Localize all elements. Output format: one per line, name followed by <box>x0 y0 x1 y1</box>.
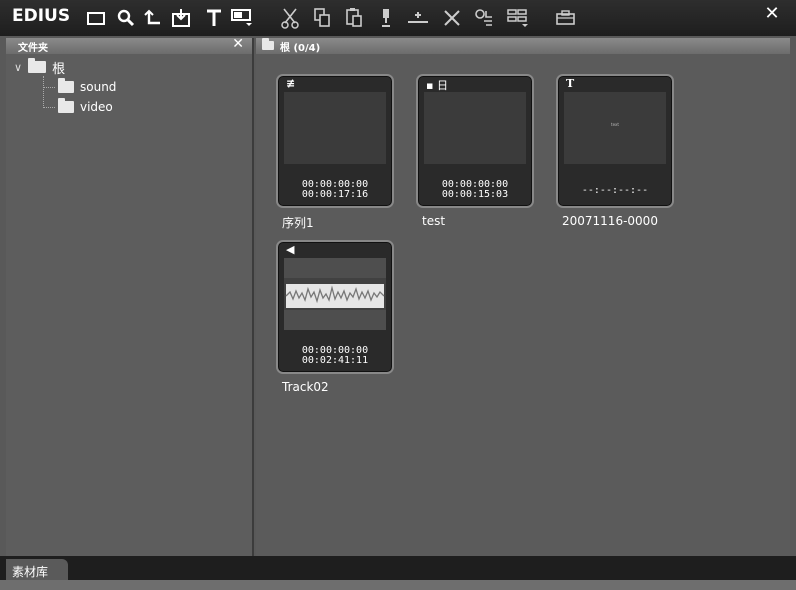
clip-timecode-out: 00:02:41:11 <box>301 355 369 366</box>
clip-preview <box>284 258 386 330</box>
title-icon: T <box>566 77 575 90</box>
tree-item-label: video <box>80 100 113 114</box>
tree-guide-line <box>43 87 55 88</box>
clip-panel-header: 根 (0/4) <box>256 38 790 54</box>
tree-guide-line <box>43 107 55 108</box>
clip-panel: 根 (0/4) ≢ 00:00:00:00 00:00:17:16 序列1 ▪ … <box>256 38 790 556</box>
tab-bin-label: 素材库 <box>12 565 49 579</box>
search-icon[interactable] <box>114 6 138 30</box>
tree-root[interactable]: ∨ 根 <box>14 58 66 77</box>
folder-panel: 文件夹 ✕ ∨ 根 sound video <box>6 36 254 556</box>
bin-path-label: 根 (0/4) <box>280 43 321 54</box>
clip-thumbnail[interactable]: ▪ 日 00:00:00:00 00:00:15:03 <box>416 74 534 208</box>
bin-window: EDIUS ✕ 文件夹 ✕ ∨ 根 sound video 根 (0/4) ≢ … <box>0 0 796 590</box>
toolbar: EDIUS ✕ <box>0 0 796 36</box>
open-folder-icon <box>28 58 47 73</box>
tree-item-sound[interactable]: sound <box>58 78 116 96</box>
clip-thumbnail[interactable]: ◀ 00:00:00:00 00:02:41:11 <box>276 240 394 374</box>
folder-icon <box>58 98 74 113</box>
audio-waveform <box>284 258 386 330</box>
clip-timecode-out: 00:00:15:03 <box>441 189 509 200</box>
add-marker-icon[interactable] <box>374 6 398 30</box>
add-to-timeline-icon[interactable] <box>230 6 254 30</box>
clip-thumbnail[interactable]: ≢ 00:00:00:00 00:00:17:16 <box>276 74 394 208</box>
clip-name: 序列1 <box>282 216 314 230</box>
tree-guide-line <box>43 76 44 108</box>
up-icon[interactable] <box>142 6 166 30</box>
insert-icon[interactable] <box>406 6 430 30</box>
clip-item[interactable]: T text --:--:--:-- 20071116-0000 <box>556 74 674 228</box>
clip-name: 20071116-0000 <box>562 214 658 228</box>
cut-icon[interactable] <box>278 6 302 30</box>
clip-item[interactable]: ◀ 00:00:00:00 00:02:41:11 Track02 <box>276 240 394 394</box>
new-folder-icon[interactable] <box>84 6 108 30</box>
clip-preview <box>284 92 386 164</box>
properties-icon[interactable] <box>472 6 496 30</box>
folder-icon <box>262 38 274 50</box>
sequence-icon: ≢ <box>286 77 296 90</box>
close-icon[interactable]: ✕ <box>762 4 782 24</box>
folder-panel-header: 文件夹 ✕ <box>6 36 252 54</box>
video-icon: ▪ 日 <box>426 79 448 92</box>
clip-timecode-out: 00:00:17:16 <box>301 189 369 200</box>
app-logo: EDIUS <box>12 6 71 26</box>
clip-item[interactable]: ≢ 00:00:00:00 00:00:17:16 序列1 <box>276 74 394 230</box>
tree-item-label: sound <box>80 80 117 94</box>
folder-panel-close-icon[interactable]: ✕ <box>232 36 244 52</box>
expand-chevron-icon[interactable]: ∨ <box>14 61 22 74</box>
more-icon[interactable] <box>554 6 578 30</box>
audio-icon: ◀ <box>286 243 295 256</box>
status-strip <box>0 580 796 590</box>
tree-item-video[interactable]: video <box>58 98 113 116</box>
folder-icon <box>58 78 74 93</box>
import-icon[interactable] <box>170 6 194 30</box>
clip-item[interactable]: ▪ 日 00:00:00:00 00:00:15:03 test <box>416 74 534 228</box>
tab-bin[interactable]: 素材库 <box>6 559 68 581</box>
clip-name: test <box>422 214 446 228</box>
folder-panel-title: 文件夹 <box>18 43 48 54</box>
delete-icon[interactable] <box>440 6 464 30</box>
clip-thumbnail[interactable]: T text --:--:--:-- <box>556 74 674 208</box>
title-icon[interactable] <box>202 6 226 30</box>
view-icon[interactable] <box>506 6 530 30</box>
clip-preview: text <box>564 92 666 164</box>
tree-root-label: 根 <box>52 61 66 77</box>
clip-preview <box>424 92 526 164</box>
copy-icon[interactable] <box>310 6 334 30</box>
clip-timecode-out: --:--:--:-- <box>581 185 649 196</box>
paste-icon[interactable] <box>342 6 366 30</box>
title-preview-text: text <box>611 122 619 127</box>
clip-name: Track02 <box>282 380 329 394</box>
